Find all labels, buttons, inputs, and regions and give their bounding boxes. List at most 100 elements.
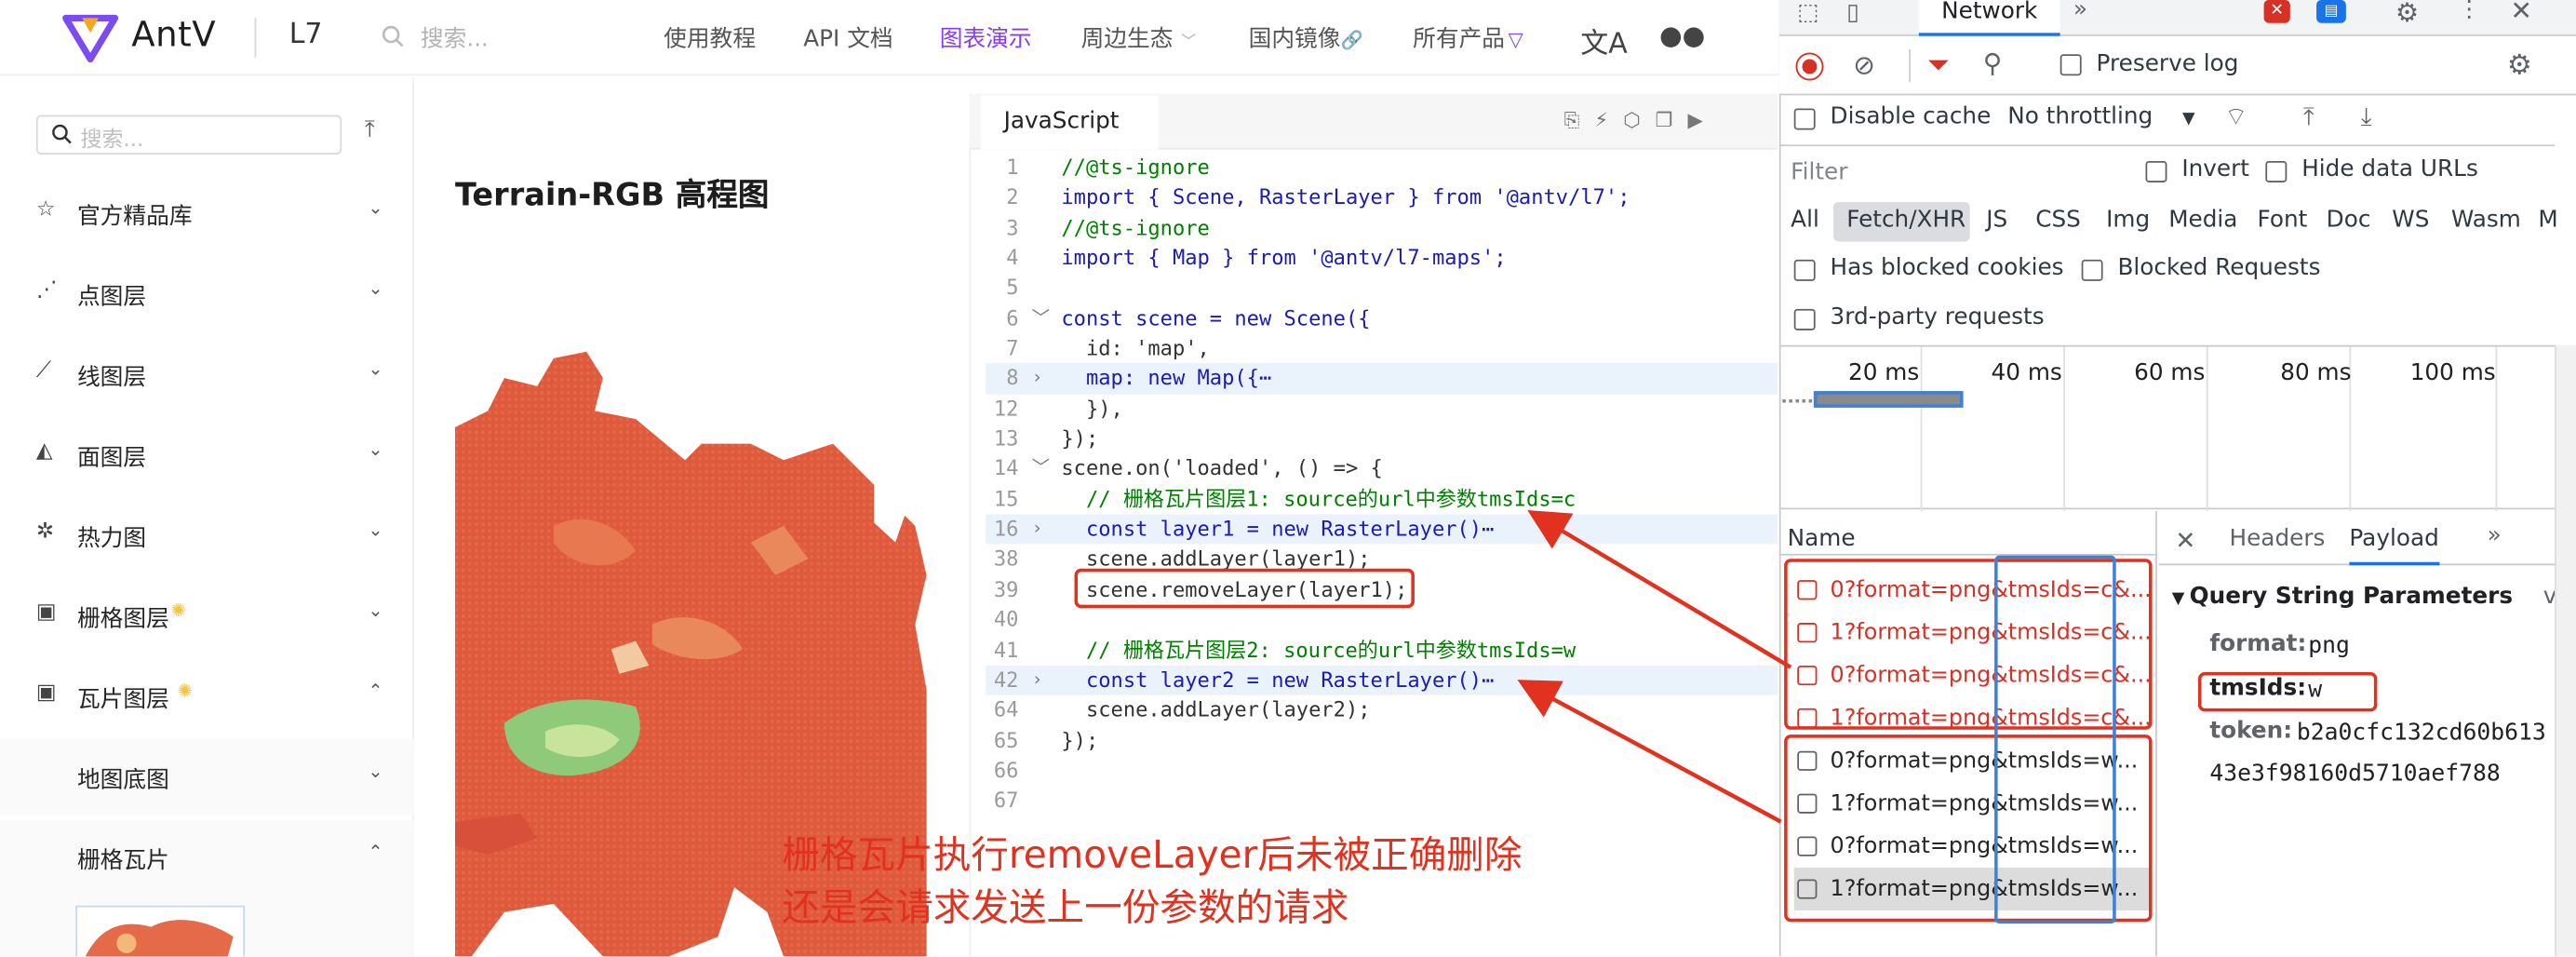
nav-item-examples[interactable]: 图表演示 (940, 21, 1032, 54)
fold-collapse-icon[interactable]: ﹀ (1032, 303, 1050, 333)
code-line[interactable]: 12 }), (986, 394, 1778, 424)
nav-item-tutorial[interactable]: 使用教程 (664, 21, 756, 54)
error-badge-icon[interactable]: ✕ (2263, 0, 2290, 23)
tab-headers[interactable]: Headers (2230, 526, 2326, 552)
sidebar-item-line[interactable]: ⟋ 线图层 ⌄ (0, 337, 414, 412)
sidebar-item-point[interactable]: ⋰ 点图层 ⌄ (0, 256, 414, 331)
code-line[interactable]: 65}); (986, 725, 1778, 755)
code-line[interactable]: 42 › const layer2 = new RasterLayer()⋯ (986, 665, 1778, 696)
sidebar-search-input[interactable]: 搜索... (35, 115, 342, 155)
type-filter-wasm[interactable]: Wasm (2451, 207, 2521, 233)
scrollbar[interactable] (2555, 344, 2576, 957)
kebab-menu-icon[interactable]: ⋮ (2458, 0, 2481, 23)
filter-input[interactable]: Filter (1788, 151, 2116, 194)
collapse-all-icon[interactable]: ⤒ (365, 116, 375, 142)
device-toggle-icon[interactable]: ▯ (1846, 0, 1859, 26)
copy-icon[interactable]: ❐ (1656, 109, 1688, 132)
message-badge-icon[interactable]: ▤ (2316, 0, 2346, 23)
code-line[interactable]: 8 › map: new Map({⋯ (986, 363, 1778, 395)
code-line[interactable]: 4 import { Map } from '@antv/l7-maps'; (986, 243, 1778, 273)
sidebar-item-heatmap[interactable]: ✲ 热力图 ⌄ (0, 498, 414, 573)
close-detail-icon[interactable]: ✕ (2175, 526, 2195, 556)
nav-search-input[interactable]: 搜索... (421, 21, 489, 54)
code-line[interactable]: 16 › const layer1 = new RasterLayer()⋯ (986, 514, 1778, 546)
type-filter-css[interactable]: CSS (2035, 207, 2081, 233)
nav-item-products[interactable]: 所有产品 ▽ (1413, 21, 1523, 54)
example-thumbnail[interactable] (75, 905, 246, 957)
code-line[interactable]: 41 // 栅格瓦片图层2: source的url中参数tmsIds=w (986, 635, 1778, 665)
code-line[interactable]: 2 import { Scene, RasterLayer } from '@an… (986, 183, 1778, 213)
code-line[interactable]: 64 scene.addLayer(layer2); (986, 695, 1778, 725)
type-filter-manifest[interactable]: M (2538, 207, 2557, 233)
settings-gear-icon[interactable]: ⚙ (2395, 0, 2419, 28)
format-icon[interactable]: ⎘ (1564, 109, 1595, 132)
code-line[interactable]: 40 (986, 605, 1778, 635)
code-line[interactable]: 7 id: 'map', (986, 333, 1778, 363)
inspect-icon[interactable]: ⬚ (1797, 0, 1818, 26)
clear-icon[interactable]: ⊘ (1853, 49, 1875, 81)
type-filter-media[interactable]: Media (2168, 207, 2237, 233)
network-settings-gear-icon[interactable]: ⚙ (2507, 49, 2532, 82)
export-har-icon[interactable]: ⤓ (2361, 101, 2372, 131)
cube-icon[interactable]: ⬡ (1623, 109, 1655, 132)
code-line[interactable]: 15 // 栅格瓦片图层1: source的url中参数tmsIds=c (986, 484, 1778, 514)
type-filter-js[interactable]: JS (1986, 207, 2007, 233)
code-line[interactable]: 14 ﹀ scene.on('loaded', () => { (986, 454, 1778, 484)
search-icon[interactable]: ⚲ (1983, 47, 2003, 79)
filter-icon[interactable]: ⏷ (1927, 49, 1950, 82)
blocked-cookies-checkbox[interactable] (1793, 259, 1816, 281)
fold-expand-icon[interactable]: › (1032, 364, 1043, 394)
fold-collapse-icon[interactable]: ﹀ (1032, 454, 1050, 484)
type-filter-img[interactable]: Img (2106, 207, 2150, 233)
bolt-icon[interactable]: ⚡ (1594, 109, 1623, 132)
sidebar-item-polygon[interactable]: ◭ 面图层 ⌄ (0, 417, 414, 492)
nav-item-mirror[interactable]: 国内镜像🔗 (1249, 21, 1363, 54)
more-tabs-icon[interactable]: » (2073, 0, 2087, 23)
product-name[interactable]: L7 (289, 18, 323, 50)
network-timeline[interactable]: 20 ms 40 ms 60 ms 80 ms 100 ms (1778, 344, 2556, 512)
sidebar-item-raster[interactable]: ▣ 栅格图层 ✺ ⌄ (0, 578, 414, 654)
type-filter-doc[interactable]: Doc (2327, 207, 2371, 233)
preserve-log-checkbox[interactable] (2059, 54, 2082, 76)
translate-icon[interactable]: 文A (1580, 20, 1628, 61)
blocked-requests-checkbox[interactable] (2081, 259, 2103, 281)
play-icon[interactable]: ▶ (1687, 109, 1717, 132)
antv-logo[interactable] (62, 13, 119, 63)
code-line[interactable]: 67 (986, 786, 1778, 815)
sidebar-item-tile[interactable]: ▣ 瓦片图层 ✺ ⌃ (0, 659, 414, 735)
more-detail-tabs-icon[interactable]: » (2488, 522, 2502, 548)
code-line[interactable]: 5 (986, 274, 1778, 303)
disable-cache-checkbox[interactable] (1793, 108, 1816, 130)
import-har-icon[interactable]: ⤒ (2303, 101, 2314, 131)
record-icon[interactable] (1795, 52, 1824, 81)
tab-javascript[interactable]: JavaScript (980, 95, 1159, 150)
type-filter-ws[interactable]: WS (2392, 207, 2429, 233)
tab-payload[interactable]: Payload (2349, 526, 2439, 566)
close-devtools-icon[interactable]: ✕ (2510, 0, 2532, 26)
network-conditions-icon[interactable]: ⌔ (2224, 101, 2247, 133)
fold-expand-icon[interactable]: › (1032, 515, 1043, 545)
code-line[interactable]: 13}); (986, 425, 1778, 454)
invert-checkbox[interactable] (2145, 160, 2167, 182)
brand-name[interactable]: AntV (131, 15, 216, 54)
code-line[interactable]: 1 //@ts-ignore (986, 153, 1778, 182)
type-filter-fetch[interactable]: Fetch/XHR (1846, 207, 1966, 233)
fold-expand-icon[interactable]: › (1032, 666, 1043, 695)
nav-item-api[interactable]: API 文档 (803, 21, 892, 54)
name-column-header[interactable]: Name (1778, 519, 2157, 556)
tab-network[interactable]: Network (1918, 0, 2060, 36)
query-string-section[interactable]: ▼ Query String Parameters (2172, 584, 2513, 610)
type-filter-all[interactable]: All (1791, 207, 1819, 233)
throttling-select[interactable]: No throttling ▼ (2007, 103, 2194, 129)
sidebar-subitem-basemap[interactable]: 地图底图 ⌄ (0, 739, 414, 815)
code-line[interactable]: 6 ﹀ const scene = new Scene({ (986, 303, 1778, 333)
sidebar-item-official[interactable]: ☆ 官方精品库 ⌄ (0, 176, 414, 251)
code-content[interactable]: 1 //@ts-ignore 2 import { Scene, RasterLaye… (986, 153, 1778, 815)
wechat-icon[interactable]: ●● (1659, 20, 1705, 51)
code-line[interactable]: 3 //@ts-ignore (986, 213, 1778, 243)
code-line[interactable]: 66 (986, 756, 1778, 786)
third-party-checkbox[interactable] (1793, 308, 1816, 330)
type-filter-font[interactable]: Font (2258, 207, 2308, 233)
nav-item-ecosystem[interactable]: 周边生态 ﹀ (1081, 21, 1197, 54)
hide-data-urls-checkbox[interactable] (2265, 160, 2288, 182)
